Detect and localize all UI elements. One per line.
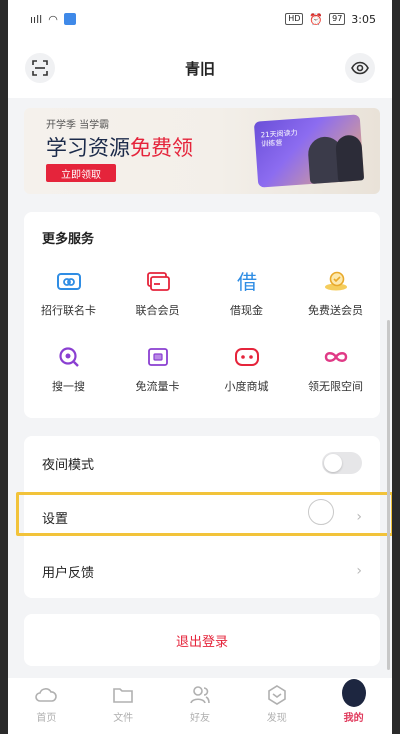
tab-label: 我的: [343, 713, 364, 724]
settings-label: 设置: [42, 511, 69, 527]
services-grid: 招行联名卡 联合会员 借 借现金 免费送会员 搜一搜 免流量卡 小度商城 领无限…: [24, 268, 380, 398]
touch-indicator: [308, 499, 334, 525]
tab-label: 文件: [113, 713, 134, 724]
logout-button[interactable]: 退出登录: [24, 614, 380, 666]
service-item-borrow-cash[interactable]: 借 借现金: [202, 268, 291, 322]
sim-card-icon: [147, 348, 168, 366]
night-mode-label: 夜间模式: [42, 457, 95, 473]
banner-subtitle: 开学季 当学霸: [46, 120, 110, 131]
tab-me[interactable]: 我的: [315, 678, 392, 734]
night-mode-toggle[interactable]: [322, 452, 362, 474]
more-services-card: 更多服务 招行联名卡 联合会员 借 借现金 免费送会员 搜一搜 免流量卡 小度商…: [24, 212, 380, 418]
service-label: 免费送会员: [308, 304, 363, 317]
home-cloud-icon: [35, 688, 58, 702]
tab-discover[interactable]: 发现: [238, 678, 315, 734]
scan-button[interactable]: [25, 53, 55, 83]
borrow-icon: 借: [237, 270, 257, 293]
feedback-label: 用户反馈: [42, 565, 95, 581]
folder-icon: [113, 688, 133, 703]
feedback-row[interactable]: 用户反馈 ›: [24, 544, 380, 598]
tab-files[interactable]: 文件: [85, 678, 162, 734]
scrollbar[interactable]: [387, 320, 390, 670]
member-card-icon: [146, 272, 170, 291]
discover-icon: [267, 685, 286, 705]
search-icon: [58, 347, 79, 367]
service-item-store[interactable]: 小度商城: [202, 344, 291, 398]
service-item-unlimited-space[interactable]: 领无限空间: [291, 344, 380, 398]
service-item-joint-member[interactable]: 联合会员: [113, 268, 202, 322]
tab-home[interactable]: 首页: [8, 678, 85, 734]
gift-member-icon: [324, 271, 347, 291]
tab-label: 首页: [36, 713, 57, 724]
services-heading: 更多服务: [42, 232, 95, 247]
service-label: 领无限空间: [308, 380, 363, 393]
app-notification-icon: [63, 13, 76, 25]
logout-label: 退出登录: [175, 634, 228, 650]
settings-card: 夜间模式 设置 › 用户反馈 ›: [16, 436, 392, 598]
status-bar: ııll ◠ HD ⏰ 97 3:05: [8, 0, 392, 38]
banner-person: [335, 134, 365, 183]
alarm-icon: ⏰: [309, 12, 324, 26]
banner-illustration: 21天阅读力训练营: [253, 114, 365, 188]
chevron-right-icon: ›: [356, 563, 362, 579]
service-item-free-member[interactable]: 免费送会员: [291, 268, 380, 322]
banner-title-highlight: 免费领: [130, 136, 193, 160]
hd-icon: HD: [285, 13, 304, 25]
infinity-icon: [324, 352, 347, 362]
eye-button[interactable]: [345, 53, 375, 83]
battery-icon: 97: [329, 13, 346, 25]
service-item-bank-card[interactable]: 招行联名卡: [24, 268, 113, 322]
tab-friends[interactable]: 好友: [162, 678, 239, 734]
scan-icon: [32, 60, 48, 76]
chevron-right-icon: ›: [356, 509, 362, 525]
service-label: 联合会员: [135, 304, 180, 317]
service-label: 招行联名卡: [41, 304, 96, 317]
header-bar: 青旧: [8, 38, 392, 98]
promo-banner[interactable]: 开学季 当学霸 学习资源免费领 立即领取 21天阅读力训练营: [24, 108, 380, 194]
phone-screen: ııll ◠ HD ⏰ 97 3:05 青旧 开学季 当学霸 学习资源免费领 立…: [8, 0, 392, 734]
service-label: 免流量卡: [135, 380, 180, 393]
eye-icon: [351, 61, 369, 75]
banner-art-caption: 21天阅读力训练营: [260, 128, 298, 149]
toggle-knob: [324, 454, 342, 472]
banner-title-main: 学习资源: [46, 136, 130, 160]
service-label: 搜一搜: [52, 380, 85, 393]
bottom-tab-bar: 首页 文件 好友 发现 我的: [8, 678, 392, 734]
store-icon: [234, 348, 259, 366]
tab-label: 发现: [266, 713, 287, 724]
svg-text:借: 借: [237, 270, 257, 293]
banner-claim-button[interactable]: 立即领取: [46, 164, 116, 182]
night-mode-row: 夜间模式: [24, 436, 380, 490]
card-link-icon: [56, 273, 81, 290]
page-title: 青旧: [184, 59, 215, 78]
status-time: 3:05: [351, 12, 376, 26]
banner-title: 学习资源免费领: [46, 132, 193, 162]
friends-icon: [190, 686, 210, 704]
service-item-search[interactable]: 搜一搜: [24, 344, 113, 398]
service-label: 借现金: [230, 304, 263, 317]
wifi-icon: ◠: [48, 12, 58, 26]
tab-label: 好友: [189, 713, 210, 724]
service-label: 小度商城: [224, 380, 269, 393]
service-item-data-card[interactable]: 免流量卡: [113, 344, 202, 398]
signal-icon: ııll: [30, 12, 43, 26]
settings-row[interactable]: 设置 ›: [24, 490, 380, 544]
avatar-icon: [341, 679, 366, 707]
